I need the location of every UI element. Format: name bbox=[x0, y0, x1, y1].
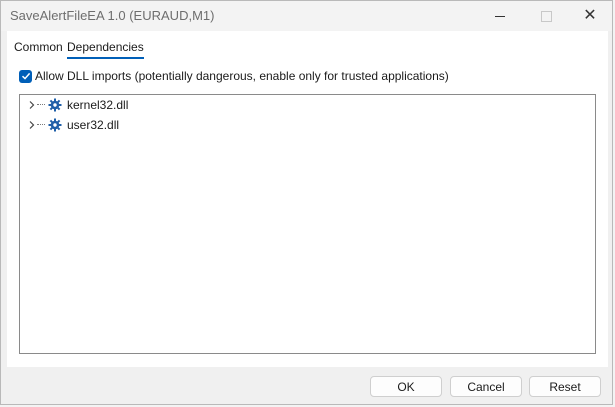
chevron-right-icon[interactable] bbox=[26, 119, 38, 131]
window-title: SaveAlertFileEA 1.0 (EURAUD,M1) bbox=[10, 8, 215, 23]
tree-connector bbox=[37, 124, 45, 125]
maximize-button[interactable] bbox=[523, 1, 569, 31]
tree-item-label: user32.dll bbox=[67, 118, 120, 132]
allow-dll-label: Allow DLL imports (potentially dangerous… bbox=[35, 69, 449, 83]
minimize-icon bbox=[495, 15, 505, 17]
checkmark-icon bbox=[21, 72, 30, 80]
chevron-right-icon[interactable] bbox=[26, 99, 38, 111]
gear-icon bbox=[48, 98, 62, 112]
minimize-button[interactable] bbox=[477, 1, 523, 31]
maximize-icon bbox=[540, 10, 552, 22]
cancel-button[interactable]: Cancel bbox=[450, 376, 522, 397]
tree-item-label: kernel32.dll bbox=[67, 98, 129, 112]
dependency-tree[interactable]: kernel32.dll user32.dll bbox=[19, 94, 596, 354]
close-icon: ✕ bbox=[583, 7, 597, 24]
dialog-window: SaveAlertFileEA 1.0 (EURAUD,M1) ✕ Common… bbox=[0, 0, 613, 405]
tab-dependencies[interactable]: Dependencies bbox=[67, 40, 144, 59]
allow-dll-checkbox[interactable] bbox=[19, 69, 32, 83]
gear-icon bbox=[48, 118, 62, 132]
tab-panel: Common Dependencies Allow DLL imports (p… bbox=[7, 31, 608, 367]
tab-strip: Common Dependencies bbox=[7, 31, 608, 59]
title-bar: SaveAlertFileEA 1.0 (EURAUD,M1) ✕ bbox=[1, 1, 612, 31]
close-button[interactable]: ✕ bbox=[567, 1, 613, 31]
ok-button[interactable]: OK bbox=[370, 376, 442, 397]
allow-dll-option[interactable]: Allow DLL imports (potentially dangerous… bbox=[19, 69, 449, 83]
tab-common[interactable]: Common bbox=[14, 40, 63, 57]
tree-connector bbox=[37, 104, 45, 105]
reset-button[interactable]: Reset bbox=[529, 376, 601, 397]
